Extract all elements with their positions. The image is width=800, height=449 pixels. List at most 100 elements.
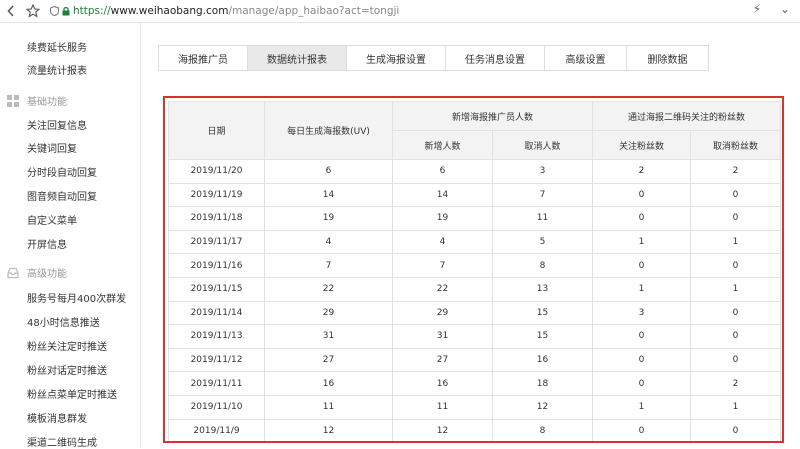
url-scheme: https:// bbox=[73, 5, 111, 17]
cell-daily: 14 bbox=[264, 182, 393, 208]
sidebar-group-advanced: 高级功能 bbox=[7, 265, 67, 280]
cell-unfollow: 2 bbox=[690, 159, 782, 184]
address-bar[interactable]: https://www.weihaobang.com/manage/app_ha… bbox=[50, 5, 399, 17]
cell-unfollow: 2 bbox=[690, 371, 782, 396]
cell-daily: 31 bbox=[264, 324, 393, 349]
table-row: 2019/11/15 22 22 13 1 1 bbox=[168, 276, 782, 302]
table-row: 2019/11/17 4 4 5 1 1 bbox=[168, 229, 782, 255]
cell-follow: 1 bbox=[592, 229, 692, 255]
sidebar-item-menu-push[interactable]: 粉丝点菜单定时推送 bbox=[27, 386, 117, 401]
lock-icon bbox=[62, 7, 70, 16]
browser-toolbar: https://www.weihaobang.com/manage/app_ha… bbox=[0, 0, 800, 23]
table-row: 2019/11/10 11 11 12 1 1 bbox=[168, 394, 782, 420]
cell-follow: 3 bbox=[592, 300, 692, 326]
cell-date: 2019/11/16 bbox=[168, 253, 265, 278]
cell-unfollow: 1 bbox=[690, 229, 782, 255]
cell-follow: 0 bbox=[592, 418, 692, 441]
sidebar-item-splash-info[interactable]: 开屏信息 bbox=[27, 236, 67, 251]
lightning-icon[interactable]: ⚡ bbox=[750, 2, 764, 16]
url-host: www.weihaobang.com bbox=[110, 5, 229, 17]
sidebar-item-chat-push[interactable]: 粉丝对话定时推送 bbox=[27, 362, 107, 377]
table-row: 2019/11/9 12 12 8 0 0 bbox=[168, 418, 782, 441]
cell-new: 22 bbox=[392, 276, 493, 302]
chevron-left-icon[interactable] bbox=[2, 2, 20, 20]
cell-daily: 29 bbox=[264, 300, 393, 326]
sidebar-item-follow-reply[interactable]: 关注回复信息 bbox=[27, 117, 87, 132]
cell-new: 4 bbox=[392, 229, 493, 255]
chevron-down-icon[interactable]: ⌄ bbox=[778, 2, 792, 16]
grid-icon bbox=[7, 94, 19, 107]
sidebar-item-traffic-report[interactable]: 流量统计报表 bbox=[27, 62, 87, 77]
cell-follow: 0 bbox=[592, 253, 692, 278]
cell-cancel: 12 bbox=[491, 394, 594, 420]
cell-follow: 0 bbox=[592, 371, 692, 396]
cell-unfollow: 0 bbox=[690, 347, 782, 373]
cell-new: 19 bbox=[392, 206, 493, 231]
cell-unfollow: 0 bbox=[690, 253, 782, 278]
table-row: 2019/11/18 19 19 11 0 0 bbox=[168, 206, 782, 231]
cell-daily: 16 bbox=[264, 371, 393, 396]
sidebar-item-media-reply[interactable]: 图音频自动回复 bbox=[27, 188, 97, 203]
column-group-qr-fans: 通过海报二维码关注的粉丝数 bbox=[592, 101, 782, 131]
tab-advanced-settings[interactable]: 高级设置 bbox=[545, 45, 627, 71]
table-row: 2019/11/14 29 29 15 3 0 bbox=[168, 300, 782, 326]
cell-new: 31 bbox=[392, 324, 493, 349]
cell-date: 2019/11/17 bbox=[168, 229, 265, 255]
cell-follow: 0 bbox=[592, 347, 692, 373]
inbox-icon bbox=[7, 267, 19, 278]
cell-cancel: 16 bbox=[491, 347, 594, 373]
stats-table: 日期 每日生成海报数(UV) 新增海报推广员人数 通过海报二维码关注的粉丝数 新… bbox=[168, 101, 782, 441]
sidebar-item-48h-push[interactable]: 48小时信息推送 bbox=[27, 314, 100, 329]
cell-new: 27 bbox=[392, 347, 493, 373]
tab-poster-settings[interactable]: 生成海报设置 bbox=[347, 45, 446, 71]
sidebar-item-monthly-broadcast[interactable]: 服务号每月400次群发 bbox=[27, 290, 126, 305]
column-header-new-count: 新增人数 bbox=[392, 130, 493, 160]
sidebar-item-channel-qrcode[interactable]: 渠道二维码生成 bbox=[27, 434, 97, 449]
cell-new: 7 bbox=[392, 253, 493, 278]
cell-new: 11 bbox=[392, 394, 493, 420]
cell-daily: 11 bbox=[264, 394, 393, 420]
column-header-daily-posters: 每日生成海报数(UV) bbox=[264, 101, 393, 160]
sidebar-item-renew[interactable]: 续费延长服务 bbox=[27, 39, 87, 54]
cell-unfollow: 0 bbox=[690, 324, 782, 349]
cell-date: 2019/11/20 bbox=[168, 159, 265, 184]
sidebar-item-follow-push[interactable]: 粉丝关注定时推送 bbox=[27, 338, 107, 353]
tab-task-message-settings[interactable]: 任务消息设置 bbox=[446, 45, 545, 71]
table-row: 2019/11/19 14 14 7 0 0 bbox=[168, 182, 782, 208]
tab-bar: 海报推广员 数据统计报表 生成海报设置 任务消息设置 高级设置 删除数据 bbox=[158, 45, 709, 71]
cell-unfollow: 1 bbox=[690, 276, 782, 302]
cell-cancel: 15 bbox=[491, 300, 594, 326]
cell-daily: 6 bbox=[264, 159, 393, 184]
cell-date: 2019/11/18 bbox=[168, 206, 265, 231]
cell-daily: 22 bbox=[264, 276, 393, 302]
sidebar-item-keyword-reply[interactable]: 关键词回复 bbox=[27, 140, 77, 155]
cell-cancel: 8 bbox=[491, 253, 594, 278]
cell-date: 2019/11/15 bbox=[168, 276, 265, 302]
tab-poster-promoters[interactable]: 海报推广员 bbox=[158, 45, 248, 71]
sidebar-item-custom-menu[interactable]: 自定义菜单 bbox=[27, 212, 77, 227]
sidebar: 续费延长服务 流量统计报表 基础功能 关注回复信息 关键词回复 分时段自动回复 … bbox=[0, 23, 141, 449]
cell-unfollow: 0 bbox=[690, 418, 782, 441]
shield-icon bbox=[50, 6, 59, 16]
cell-cancel: 13 bbox=[491, 276, 594, 302]
cell-new: 6 bbox=[392, 159, 493, 184]
cell-follow: 1 bbox=[592, 276, 692, 302]
cell-unfollow: 1 bbox=[690, 394, 782, 420]
cell-cancel: 7 bbox=[491, 182, 594, 208]
tab-stats-report[interactable]: 数据统计报表 bbox=[248, 45, 347, 71]
table-row: 2019/11/20 6 6 3 2 2 bbox=[168, 159, 782, 184]
cell-new: 16 bbox=[392, 371, 493, 396]
cell-cancel: 5 bbox=[491, 229, 594, 255]
tab-delete-data[interactable]: 删除数据 bbox=[627, 45, 709, 71]
cell-unfollow: 0 bbox=[690, 300, 782, 326]
column-header-follow-fans: 关注粉丝数 bbox=[592, 130, 692, 160]
column-header-cancel-fans: 取消粉丝数 bbox=[690, 130, 782, 160]
url-path: /manage/app_haibao?act=tongji bbox=[228, 5, 400, 17]
cell-follow: 1 bbox=[592, 394, 692, 420]
star-icon[interactable] bbox=[24, 2, 42, 20]
cell-cancel: 15 bbox=[491, 324, 594, 349]
cell-daily: 4 bbox=[264, 229, 393, 255]
cell-new: 12 bbox=[392, 418, 493, 441]
sidebar-item-template-broadcast[interactable]: 模板消息群发 bbox=[27, 410, 87, 425]
sidebar-item-timed-reply[interactable]: 分时段自动回复 bbox=[27, 164, 97, 179]
